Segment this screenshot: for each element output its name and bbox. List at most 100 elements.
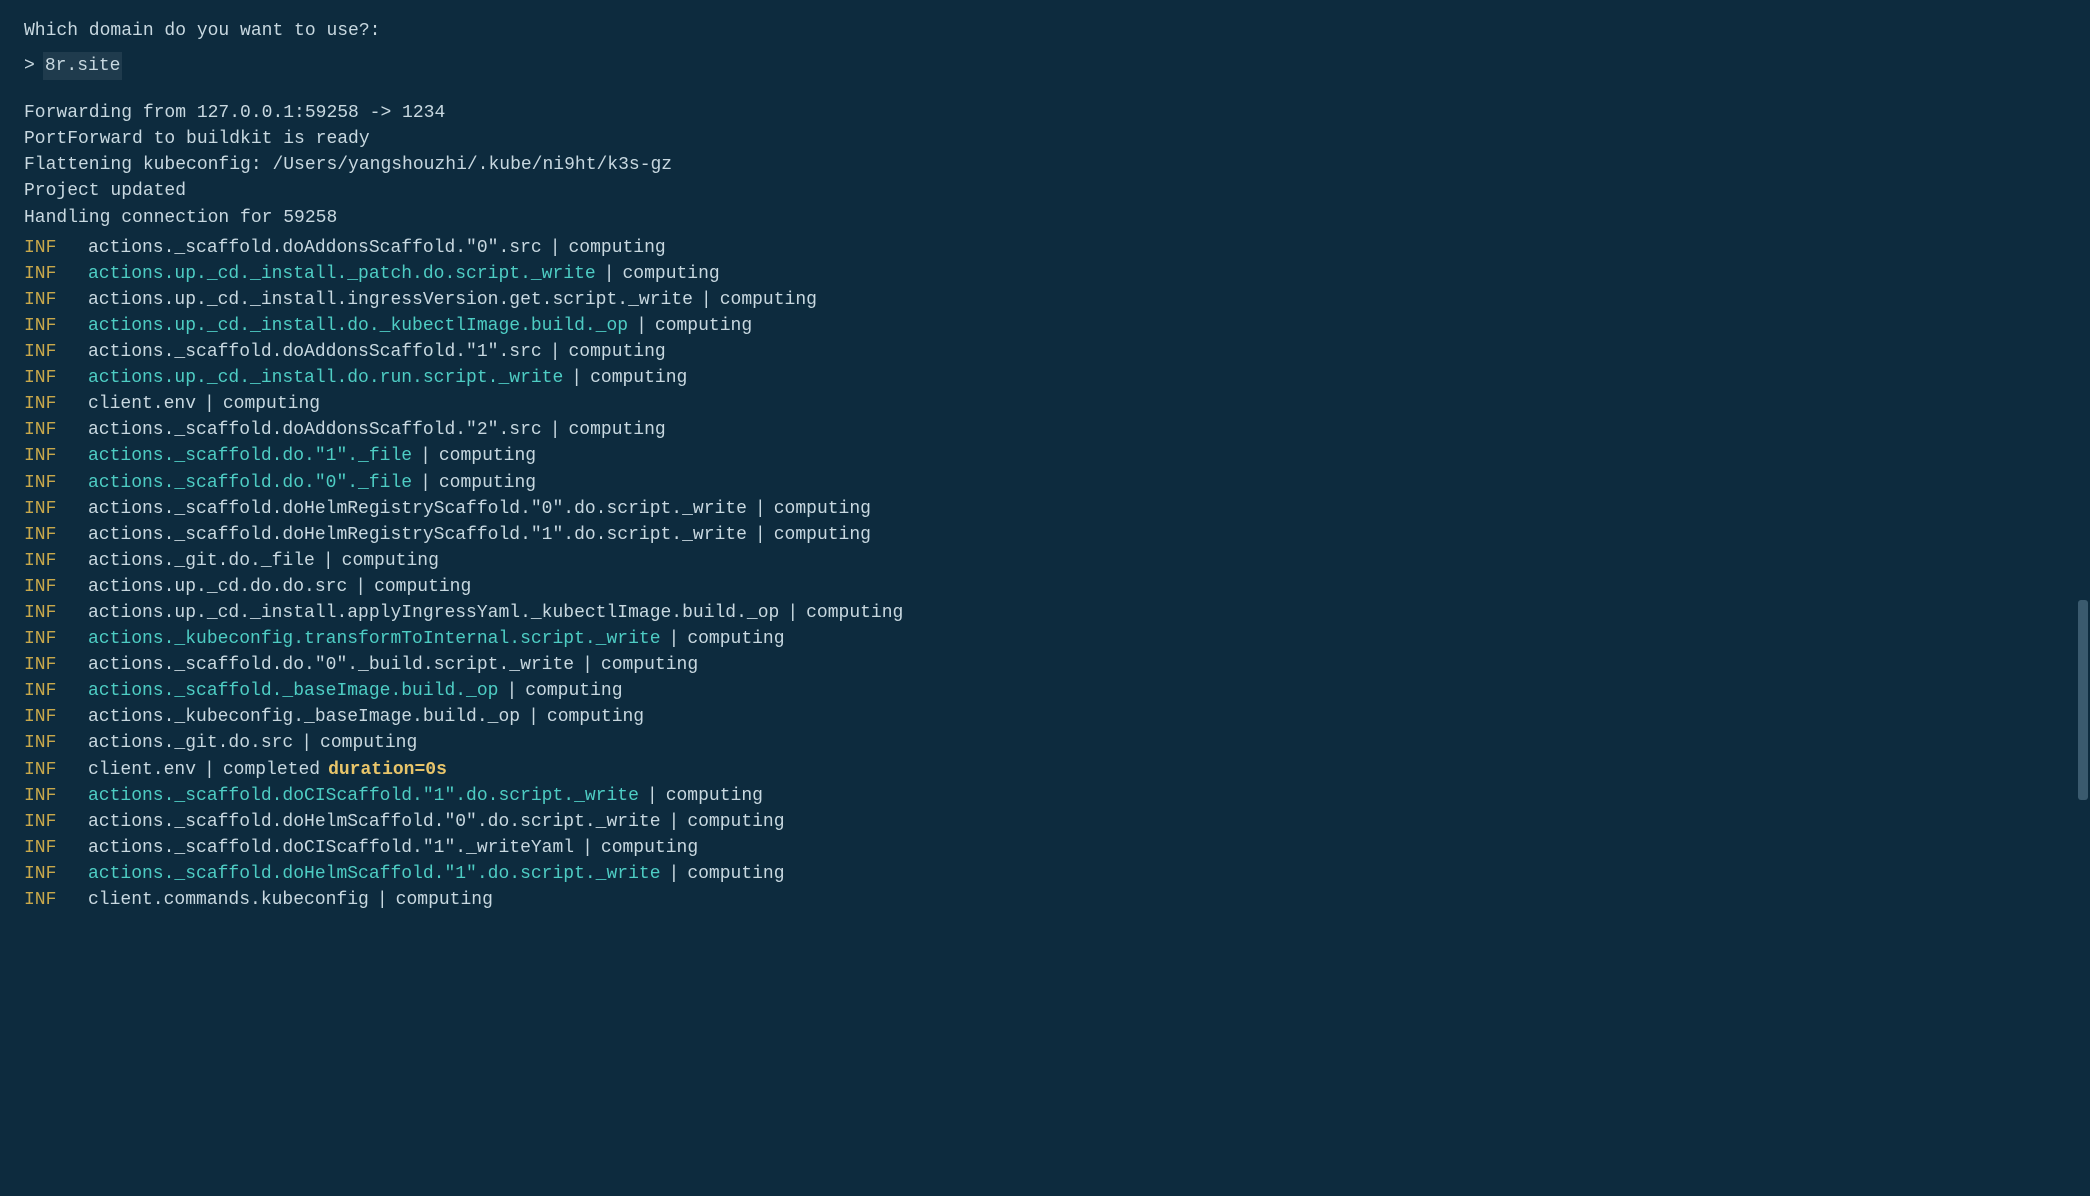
log-line: INFclient.commands.kubeconfig|computing bbox=[24, 887, 2066, 913]
log-pipe: | bbox=[701, 287, 712, 313]
log-pipe: | bbox=[301, 730, 312, 756]
log-state: computing bbox=[547, 704, 644, 730]
log-level: INF bbox=[24, 548, 84, 574]
prompt-line: > 8r.site bbox=[24, 52, 2066, 80]
log-state: computing bbox=[590, 365, 687, 391]
log-line: INFactions.up._cd._install.ingressVersio… bbox=[24, 287, 2066, 313]
log-pipe: | bbox=[755, 522, 766, 548]
log-level: INF bbox=[24, 783, 84, 809]
log-level: INF bbox=[24, 287, 84, 313]
log-line: INFactions._scaffold.do."0"._build.scrip… bbox=[24, 652, 2066, 678]
log-state: computing bbox=[439, 443, 536, 469]
log-pipe: | bbox=[571, 365, 582, 391]
log-action: actions._git.do.src bbox=[88, 730, 293, 756]
log-pipe: | bbox=[647, 783, 658, 809]
log-line: INFclient.env|computing bbox=[24, 391, 2066, 417]
log-pipe: | bbox=[204, 757, 215, 783]
log-line: INFactions._scaffold.doAddonsScaffold."1… bbox=[24, 339, 2066, 365]
log-line: INFactions.up._cd.do.do.src|computing bbox=[24, 574, 2066, 600]
log-action: client.env bbox=[88, 757, 196, 783]
log-line: INFactions._scaffold.doCIScaffold."1"._w… bbox=[24, 835, 2066, 861]
log-line: INFactions._scaffold.doHelmRegistryScaff… bbox=[24, 522, 2066, 548]
log-line: INFactions._scaffold.doAddonsScaffold."0… bbox=[24, 235, 2066, 261]
log-level: INF bbox=[24, 496, 84, 522]
log-state: computing bbox=[396, 887, 493, 913]
log-level: INF bbox=[24, 339, 84, 365]
log-pipe: | bbox=[787, 600, 798, 626]
log-pipe: | bbox=[604, 261, 615, 287]
log-pipe: | bbox=[420, 470, 431, 496]
log-pipe: | bbox=[669, 809, 680, 835]
status-line: Forwarding from 127.0.0.1:59258 -> 1234 bbox=[24, 100, 2066, 126]
log-pipe: | bbox=[636, 313, 647, 339]
log-state: computing bbox=[601, 835, 698, 861]
log-line: INFactions._scaffold.doCIScaffold."1".do… bbox=[24, 783, 2066, 809]
log-action: actions._scaffold.doHelmRegistryScaffold… bbox=[88, 522, 747, 548]
domain-question: Which domain do you want to use?: bbox=[24, 18, 2066, 44]
log-level: INF bbox=[24, 443, 84, 469]
log-level: INF bbox=[24, 809, 84, 835]
log-state: computing bbox=[569, 235, 666, 261]
log-action: actions._scaffold.doHelmScaffold."0".do.… bbox=[88, 809, 661, 835]
log-level: INF bbox=[24, 835, 84, 861]
log-level: INF bbox=[24, 678, 84, 704]
log-action: actions._scaffold.doAddonsScaffold."0".s… bbox=[88, 235, 542, 261]
log-level: INF bbox=[24, 470, 84, 496]
log-pipe: | bbox=[669, 861, 680, 887]
log-state: computing bbox=[601, 652, 698, 678]
log-action: actions.up._cd._install.do.run.script._w… bbox=[88, 365, 563, 391]
log-line: INFactions._scaffold.doHelmScaffold."1".… bbox=[24, 861, 2066, 887]
domain-input[interactable]: 8r.site bbox=[43, 52, 123, 80]
log-level: INF bbox=[24, 417, 84, 443]
log-pipe: | bbox=[323, 548, 334, 574]
log-line: INFactions.up._cd._install.applyIngressY… bbox=[24, 600, 2066, 626]
log-action: actions._git.do._file bbox=[88, 548, 315, 574]
status-block: Forwarding from 127.0.0.1:59258 -> 1234P… bbox=[24, 100, 2066, 230]
log-line: INFactions.up._cd._install.do._kubectlIm… bbox=[24, 313, 2066, 339]
log-level: INF bbox=[24, 522, 84, 548]
log-line: INFactions._scaffold.do."1"._file|comput… bbox=[24, 443, 2066, 469]
log-line: INFactions._scaffold.doAddonsScaffold."2… bbox=[24, 417, 2066, 443]
log-line: INFactions._scaffold._baseImage.build._o… bbox=[24, 678, 2066, 704]
log-action: actions.up._cd._install.ingressVersion.g… bbox=[88, 287, 693, 313]
log-level: INF bbox=[24, 626, 84, 652]
log-state: computing bbox=[720, 287, 817, 313]
log-state: computing bbox=[623, 261, 720, 287]
log-level: INF bbox=[24, 261, 84, 287]
log-duration: duration=0s bbox=[328, 757, 447, 783]
log-state: computing bbox=[774, 522, 871, 548]
log-state: computing bbox=[342, 548, 439, 574]
log-level: INF bbox=[24, 313, 84, 339]
log-action: actions._scaffold.doCIScaffold."1".do.sc… bbox=[88, 783, 639, 809]
status-line: Flattening kubeconfig: /Users/yangshouzh… bbox=[24, 152, 2066, 178]
log-action: actions._scaffold.do."0"._file bbox=[88, 470, 412, 496]
log-line: INFactions._scaffold.doHelmRegistryScaff… bbox=[24, 496, 2066, 522]
log-level: INF bbox=[24, 235, 84, 261]
log-pipe: | bbox=[550, 339, 561, 365]
log-state: completed bbox=[223, 757, 320, 783]
status-line: PortForward to buildkit is ready bbox=[24, 126, 2066, 152]
log-line: INFactions._kubeconfig._baseImage.build.… bbox=[24, 704, 2066, 730]
log-level: INF bbox=[24, 600, 84, 626]
log-level: INF bbox=[24, 887, 84, 913]
log-level: INF bbox=[24, 365, 84, 391]
log-state: computing bbox=[525, 678, 622, 704]
scrollbar-thumb[interactable] bbox=[2078, 600, 2088, 800]
log-action: actions.up._cd._install.applyIngressYaml… bbox=[88, 600, 779, 626]
log-state: computing bbox=[774, 496, 871, 522]
scrollbar[interactable] bbox=[2076, 0, 2090, 1196]
log-level: INF bbox=[24, 704, 84, 730]
log-pipe: | bbox=[550, 235, 561, 261]
log-action: actions.up._cd._install._patch.do.script… bbox=[88, 261, 596, 287]
log-action: actions._scaffold._baseImage.build._op bbox=[88, 678, 498, 704]
log-line: INFactions._git.do.src|computing bbox=[24, 730, 2066, 756]
log-line: INFclient.env|completed duration=0s bbox=[24, 757, 2066, 783]
log-pipe: | bbox=[550, 417, 561, 443]
log-action: actions._scaffold.doHelmScaffold."1".do.… bbox=[88, 861, 661, 887]
log-pipe: | bbox=[528, 704, 539, 730]
log-action: client.commands.kubeconfig bbox=[88, 887, 369, 913]
log-pipe: | bbox=[355, 574, 366, 600]
status-line: Project updated bbox=[24, 178, 2066, 204]
log-pipe: | bbox=[582, 652, 593, 678]
log-level: INF bbox=[24, 730, 84, 756]
